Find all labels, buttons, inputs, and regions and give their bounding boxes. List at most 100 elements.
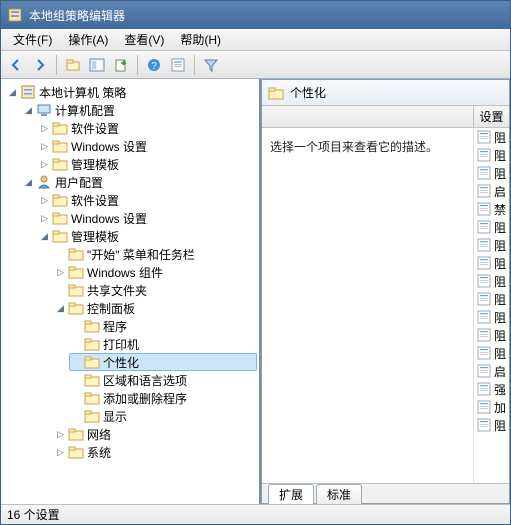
setting-icon: [476, 201, 492, 217]
settings-list[interactable]: 阻阻阻启禁阻阻阻阻阻阻阻阻启强加阻: [473, 128, 509, 483]
tree-pane[interactable]: ◢本地计算机 策略◢计算机配置▷软件设置▷Windows 设置▷管理模板◢用户配…: [1, 79, 261, 504]
tree-item-addremove[interactable]: 添加或删除程序: [69, 389, 257, 407]
tree-item-user_software[interactable]: ▷ 软件设置: [37, 191, 257, 209]
toolbar-separator: [194, 55, 195, 75]
setting-label: 阻: [494, 327, 506, 344]
menu-action[interactable]: 操作(A): [60, 29, 116, 50]
user-icon: [36, 174, 52, 190]
folder-icon: [268, 85, 284, 101]
list-item[interactable]: 阻: [474, 146, 509, 164]
folder-icon: [84, 354, 100, 370]
list-item[interactable]: 阻: [474, 290, 509, 308]
list-item[interactable]: 阻: [474, 218, 509, 236]
tree-item-computer_software[interactable]: ▷软件设置: [37, 119, 257, 137]
folder-icon: [68, 444, 84, 460]
list-item[interactable]: 阻: [474, 416, 509, 434]
expand-icon[interactable]: ▷: [39, 159, 50, 170]
menu-help[interactable]: 帮助(H): [172, 29, 229, 50]
tree-label: 共享文件夹: [87, 282, 147, 299]
titlebar[interactable]: 本地组策略编辑器: [1, 1, 510, 29]
svg-text:?: ?: [151, 61, 157, 72]
list-item[interactable]: 阻: [474, 164, 509, 182]
tabstrip: 扩展 标准: [262, 483, 509, 503]
filter-button[interactable]: [200, 54, 222, 76]
column-header-settings[interactable]: 设置: [473, 106, 509, 128]
forward-button[interactable]: [29, 54, 51, 76]
collapse-icon[interactable]: ◢: [23, 177, 34, 188]
tree-item-wincomp[interactable]: ▷Windows 组件: [53, 263, 257, 281]
setting-label: 启: [494, 183, 506, 200]
setting-icon: [476, 273, 492, 289]
tree-label: 区域和语言选项: [103, 372, 187, 389]
collapse-icon[interactable]: ◢: [39, 231, 50, 242]
menu-view[interactable]: 查看(V): [116, 29, 172, 50]
collapse-icon[interactable]: ◢: [55, 303, 66, 314]
expand-icon[interactable]: ▷: [39, 123, 50, 134]
list-item[interactable]: 阻: [474, 308, 509, 326]
properties-button[interactable]: [167, 54, 189, 76]
folder-icon: [84, 372, 100, 388]
setting-label: 阻: [494, 255, 506, 272]
expand-icon[interactable]: ▷: [55, 429, 66, 440]
setting-icon: [476, 129, 492, 145]
tab-standard[interactable]: 标准: [316, 484, 362, 504]
setting-icon: [476, 381, 492, 397]
expand-icon[interactable]: ▷: [55, 267, 66, 278]
list-item[interactable]: 加: [474, 398, 509, 416]
tab-extended[interactable]: 扩展: [268, 484, 314, 504]
tree-label: 软件设置: [71, 192, 119, 209]
tree-item-shared[interactable]: 共享文件夹: [53, 281, 257, 299]
setting-icon: [476, 399, 492, 415]
list-item[interactable]: 启: [474, 182, 509, 200]
statusbar: 16 个设置: [1, 504, 510, 524]
menu-file[interactable]: 文件(F): [5, 29, 60, 50]
tree-item-computer_windows[interactable]: ▷Windows 设置: [37, 137, 257, 155]
list-item[interactable]: 阻: [474, 236, 509, 254]
tree-label: 控制面板: [87, 300, 135, 317]
tree-item-user_windows[interactable]: ▷Windows 设置: [37, 209, 257, 227]
tree-item-computer_admin[interactable]: ▷管理模板: [37, 155, 257, 173]
tree-item-programs[interactable]: 程序: [69, 317, 257, 335]
list-item[interactable]: 阻: [474, 128, 509, 146]
export-button[interactable]: [110, 54, 132, 76]
list-item[interactable]: 阻: [474, 272, 509, 290]
help-button[interactable]: ?: [143, 54, 165, 76]
tree-item-display[interactable]: 显示: [69, 407, 257, 425]
collapse-icon[interactable]: ◢: [23, 105, 34, 116]
collapse-icon[interactable]: ◢: [7, 87, 18, 98]
tree-label: 显示: [103, 408, 127, 425]
setting-icon: [476, 327, 492, 343]
list-item[interactable]: 启: [474, 362, 509, 380]
list-item[interactable]: 阻: [474, 344, 509, 362]
up-button[interactable]: [62, 54, 84, 76]
tree-item-printers[interactable]: 打印机: [69, 335, 257, 353]
expand-icon[interactable]: ▷: [39, 141, 50, 152]
tree-item-user[interactable]: ◢用户配置: [21, 173, 257, 191]
tree-item-system[interactable]: ▷系统: [53, 443, 257, 461]
toolbar-separator: [56, 55, 57, 75]
show-hide-tree-button[interactable]: [86, 54, 108, 76]
expand-icon[interactable]: ▷: [39, 213, 50, 224]
expand-icon[interactable]: ▷: [39, 195, 50, 206]
setting-label: 阻: [494, 237, 506, 254]
tree-item-region[interactable]: 区域和语言选项: [69, 371, 257, 389]
tree-item-network[interactable]: ▷网络: [53, 425, 257, 443]
tree-item-cpanel[interactable]: ◢ 控制面板: [53, 299, 257, 317]
setting-icon: [476, 183, 492, 199]
list-item[interactable]: 禁: [474, 200, 509, 218]
back-button[interactable]: [5, 54, 27, 76]
list-item[interactable]: 强: [474, 380, 509, 398]
tree-label: 计算机配置: [55, 102, 115, 119]
tree-item-computer[interactable]: ◢ 计算机配置: [21, 101, 257, 119]
list-item[interactable]: 阻: [474, 326, 509, 344]
folder-icon: [84, 336, 100, 352]
list-item[interactable]: 阻: [474, 254, 509, 272]
tree-item-root[interactable]: ◢本地计算机 策略: [5, 83, 257, 101]
setting-icon: [476, 291, 492, 307]
tree-item-startmenu[interactable]: "开始" 菜单和任务栏: [53, 245, 257, 263]
tree-item-personalization[interactable]: 个性化: [69, 353, 257, 371]
tree-label: 个性化: [103, 354, 139, 371]
folder-icon: [52, 156, 68, 172]
expand-icon[interactable]: ▷: [55, 447, 66, 458]
tree-item-user_admin[interactable]: ◢管理模板: [37, 227, 257, 245]
